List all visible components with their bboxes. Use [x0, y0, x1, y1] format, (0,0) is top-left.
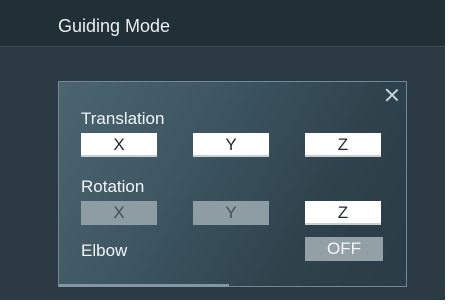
translation-label: Translation	[81, 109, 165, 128]
rotation-label: Rotation	[81, 177, 145, 196]
guiding-dialog: Translation X Y Z Rotation X Y Z Elbow O…	[58, 81, 407, 287]
translation-z-button[interactable]: Z	[305, 133, 381, 157]
close-icon[interactable]	[385, 88, 399, 102]
elbow-toggle-button[interactable]: OFF	[305, 237, 383, 261]
right-edge	[445, 0, 451, 308]
elbow-label: Elbow	[81, 241, 128, 260]
window-title: Guiding Mode	[58, 16, 171, 36]
rotation-y-button[interactable]: Y	[193, 201, 269, 225]
dialog-bottom-accent	[59, 284, 229, 287]
translation-x-button[interactable]: X	[81, 133, 157, 157]
rotation-z-button[interactable]: Z	[305, 201, 381, 225]
bottom-edge	[0, 300, 451, 308]
title-bar: Guiding Mode	[0, 0, 451, 47]
rotation-x-button[interactable]: X	[81, 201, 157, 225]
guiding-mode-panel: Guiding Mode Translation X Y Z Rotation …	[0, 0, 451, 308]
translation-y-button[interactable]: Y	[193, 133, 269, 157]
